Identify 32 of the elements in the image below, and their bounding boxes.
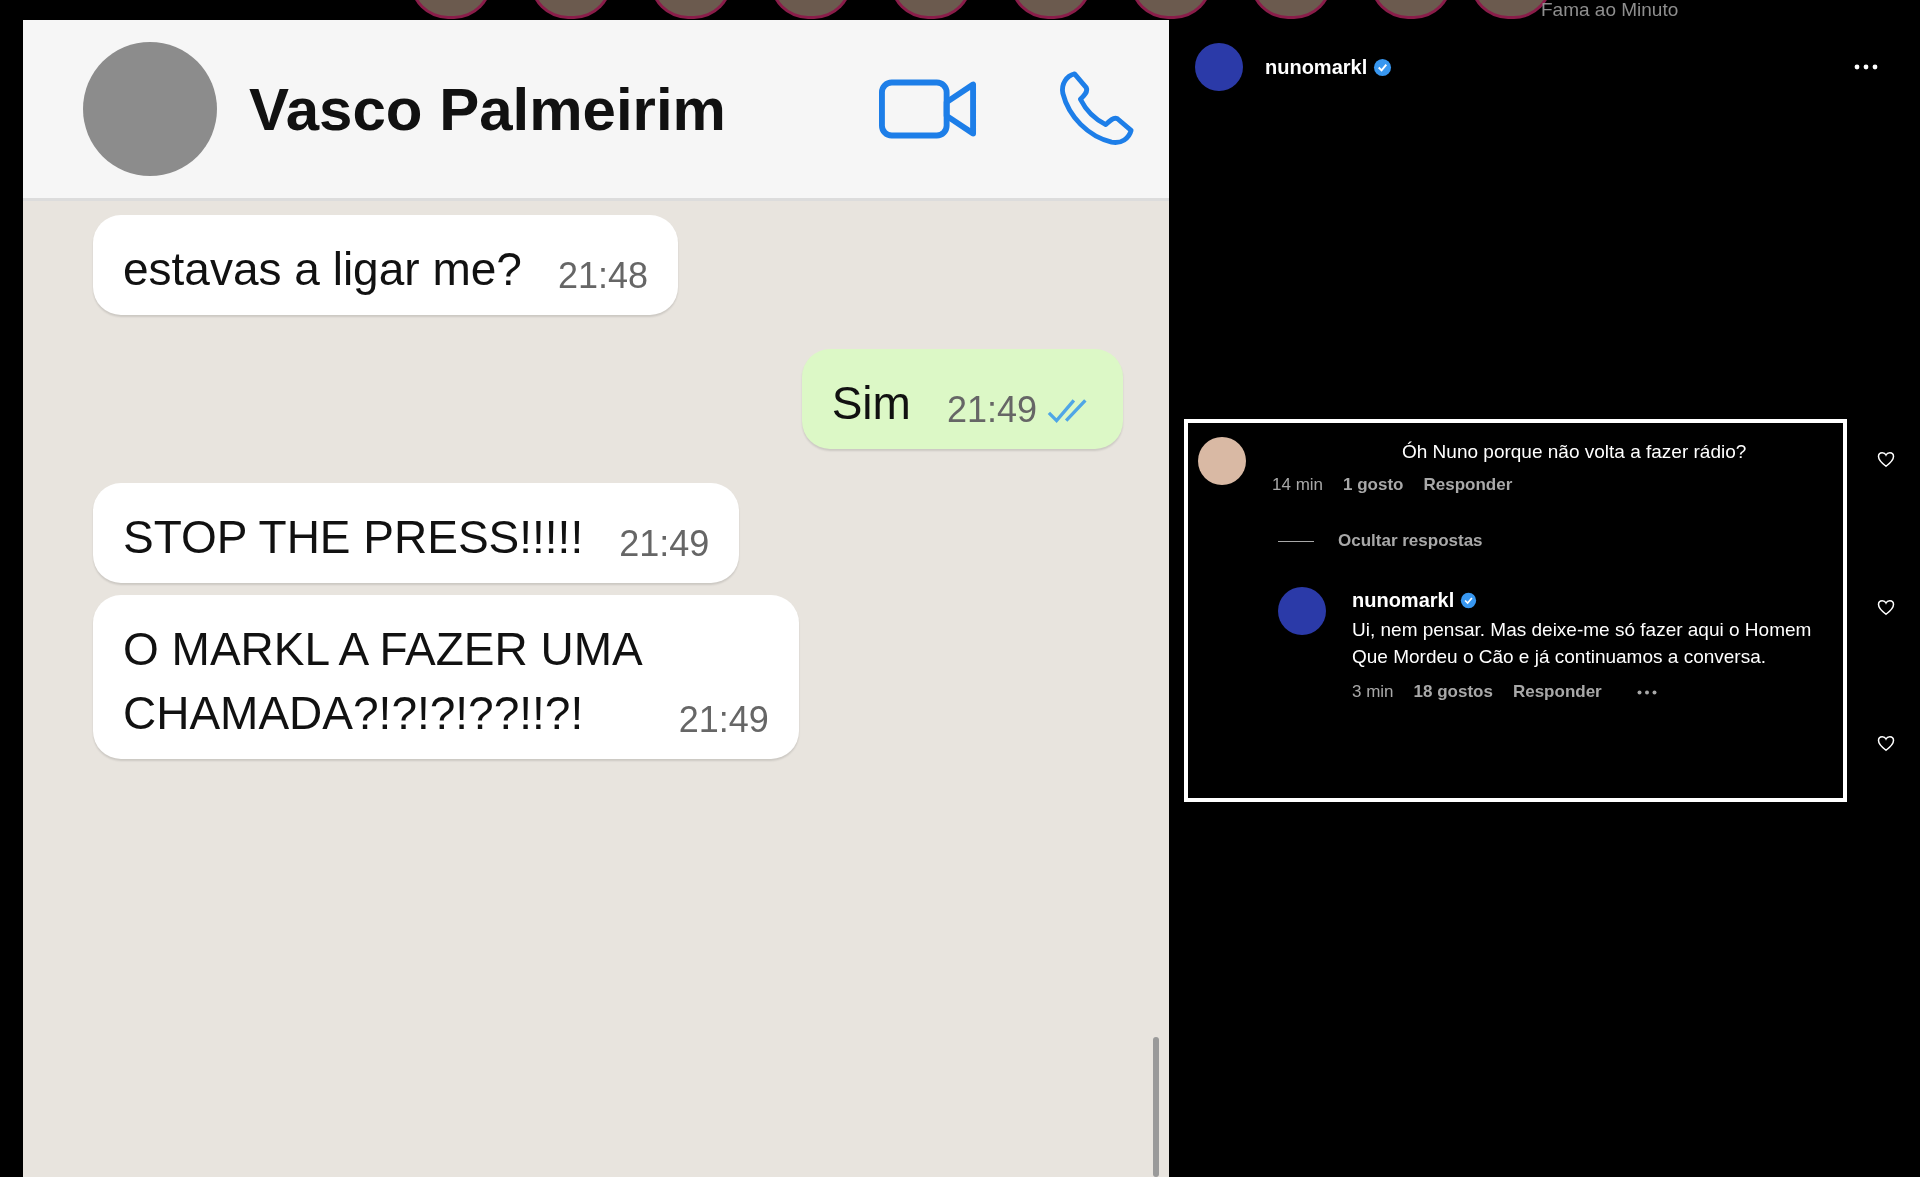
reply-author-avatar[interactable] <box>1278 587 1326 635</box>
reply-username[interactable]: nunomarkl <box>1352 587 1455 614</box>
reply-text: Ui, nem pensar. Mas deixe-me só fazer aqui o Homem Que Mordeu o Cão e já continuamos a conversa. <box>1352 618 1813 669</box>
phone-icon <box>1057 70 1135 148</box>
message-text: estavas a ligar me? <box>123 242 522 297</box>
hide-replies-link[interactable]: Ocultar respostas <box>1338 531 1483 551</box>
comment-text: Óh Nuno porque não volta a fazer rádio? <box>1402 441 1747 463</box>
comment-likes[interactable]: 1 gosto <box>1343 475 1404 495</box>
story-account-label[interactable]: Fama ao Minuto <box>1541 0 1679 20</box>
message-text: O MARKL A FAZER UMA <box>123 622 643 677</box>
message-time: 21:49 <box>619 523 710 565</box>
message-time: 21:48 <box>557 255 648 297</box>
author-username[interactable]: nunomarkl <box>1265 55 1368 79</box>
message-time: 21:49 <box>678 699 769 741</box>
more-options-icon[interactable] <box>1635 689 1658 695</box>
comment-time: 14 min <box>1272 475 1324 495</box>
contact-name: Vasco Palmeirim <box>249 74 727 144</box>
reply-time: 3 min <box>1352 682 1394 702</box>
commenter-avatar[interactable] <box>1198 437 1246 485</box>
scrollbar[interactable] <box>1153 1037 1159 1177</box>
like-heart-icon[interactable] <box>1877 735 1895 752</box>
reply-link[interactable]: Responder <box>1423 475 1513 495</box>
reply-likes[interactable]: 18 gostos <box>1413 682 1493 702</box>
more-options-icon[interactable] <box>1854 64 1878 70</box>
like-heart-icon[interactable] <box>1877 451 1895 468</box>
message-text: CHAMADA?!?!?!??!!?! <box>123 686 585 741</box>
reply-link[interactable]: Responder <box>1512 682 1602 702</box>
like-heart-icon[interactable] <box>1877 599 1895 616</box>
message-text: Sim <box>831 376 911 431</box>
message-text: STOP THE PRESS!!!!! <box>123 510 584 565</box>
message-time: 21:49 <box>946 389 1037 431</box>
author-avatar[interactable] <box>1195 43 1243 91</box>
